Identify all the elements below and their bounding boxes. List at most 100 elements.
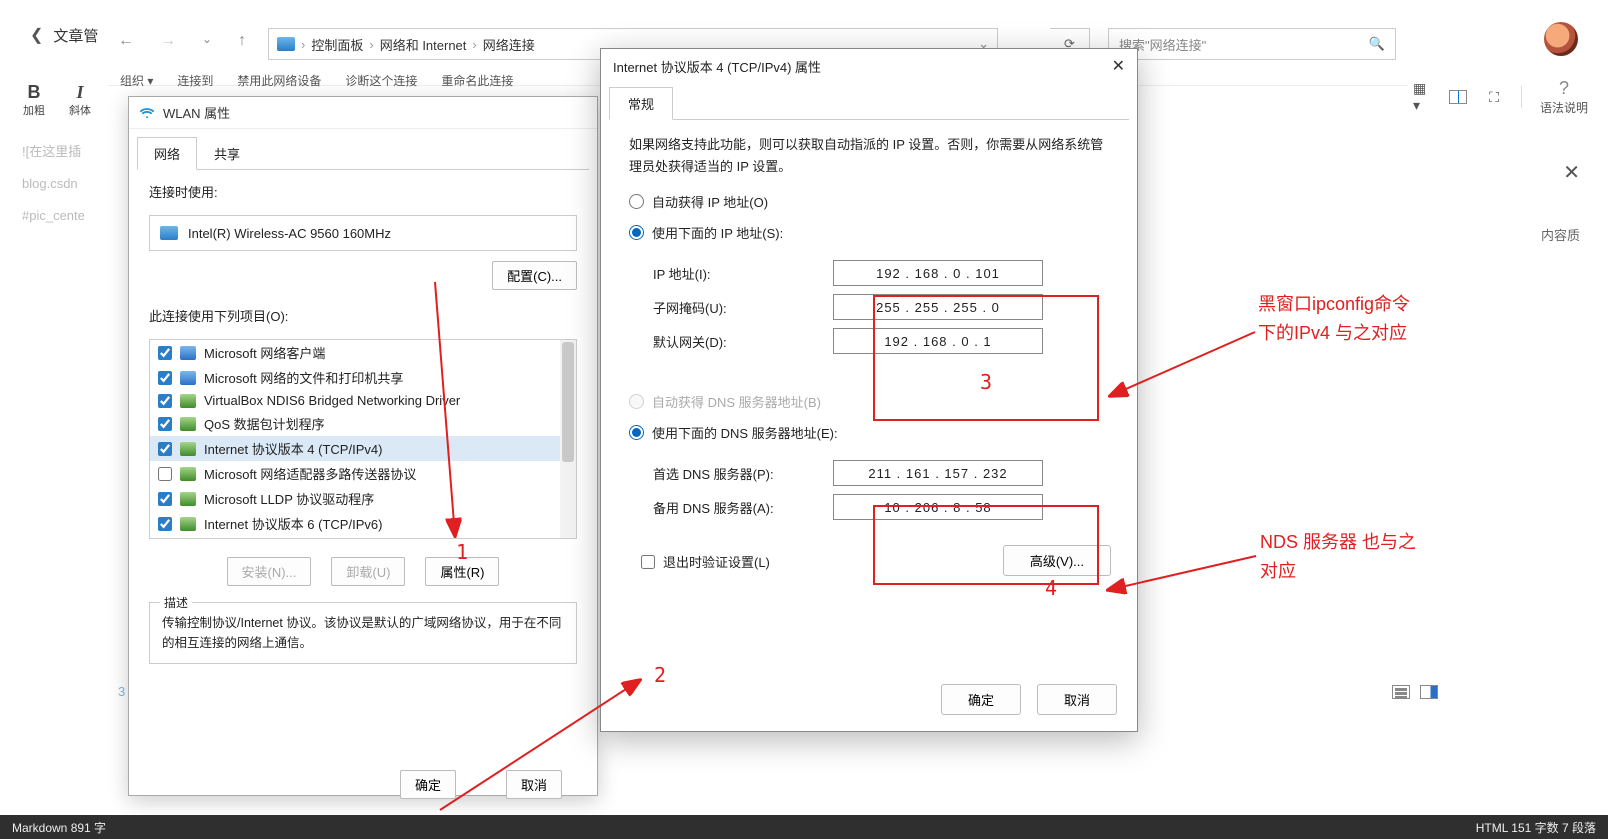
dns2-label: 备用 DNS 服务器(A): xyxy=(653,498,833,517)
nav-up-icon[interactable]: ↑ xyxy=(238,32,246,50)
nav-recent-icon[interactable]: ⌄ xyxy=(202,32,212,50)
wlan-ok-button[interactable]: 确定 xyxy=(400,770,456,799)
protocol-label: VirtualBox NDIS6 Bridged Networking Driv… xyxy=(204,393,460,408)
cmd-disable[interactable]: 禁用此网络设备 xyxy=(237,72,321,89)
cmd-diagnose[interactable]: 诊断这个连接 xyxy=(345,72,417,89)
protocol-icon xyxy=(180,394,196,408)
sidebar-quality-label: 内容质 xyxy=(1530,225,1580,244)
protocol-checkbox[interactable] xyxy=(158,442,172,456)
ipv4-cancel-button[interactable]: 取消 xyxy=(1037,684,1117,715)
protocol-row[interactable]: Microsoft 网络适配器多路传送器协议 xyxy=(150,461,576,486)
grid-icon[interactable]: ▦ ▾ xyxy=(1413,88,1431,106)
protocol-icon xyxy=(180,371,196,385)
ip-label: IP 地址(I): xyxy=(653,264,833,283)
annotation-text-1: 黑窗口ipconfig命令下的IPv4 与之对应 xyxy=(1258,290,1410,348)
radio-manual-dns[interactable]: 使用下面的 DNS 服务器地址(E): xyxy=(601,417,1137,448)
protocol-label: Microsoft 网络的文件和打印机共享 xyxy=(204,368,403,387)
configure-button[interactable]: 配置(C)... xyxy=(492,261,577,290)
advanced-button[interactable]: 高级(V)... xyxy=(1003,545,1111,576)
nav-fwd-icon[interactable]: → xyxy=(160,32,176,50)
protocol-icon xyxy=(180,492,196,506)
protocol-row[interactable]: Microsoft 网络的文件和打印机共享 xyxy=(150,365,576,390)
avatar[interactable] xyxy=(1544,22,1578,56)
dns1-label: 首选 DNS 服务器(P): xyxy=(653,464,833,483)
bold-tool[interactable]: B加粗 xyxy=(14,82,54,118)
protocol-checkbox[interactable] xyxy=(158,346,172,360)
annotation-num-3: 3 xyxy=(980,370,992,394)
cmd-connect[interactable]: 连接到 xyxy=(177,72,213,89)
back-chevron-icon[interactable]: ❮ xyxy=(30,25,43,45)
annotation-num-4: 4 xyxy=(1045,576,1057,600)
ipv4-ok-button[interactable]: 确定 xyxy=(941,684,1021,715)
tab-network[interactable]: 网络 xyxy=(137,137,197,170)
protocol-row[interactable]: Microsoft LLDP 协议驱动程序 xyxy=(150,486,576,511)
tab-general[interactable]: 常规 xyxy=(609,87,673,120)
dns2-input[interactable]: 10 . 206 . 8 . 58 xyxy=(833,494,1043,520)
status-bar: Markdown 891 字 HTML 151 字数 7 段落 xyxy=(0,815,1608,839)
radio-auto-ip[interactable]: 自动获得 IP 地址(O) xyxy=(601,186,1137,217)
ip-input[interactable]: 192 . 168 . 0 . 101 xyxy=(833,260,1043,286)
protocol-label: Internet 协议版本 6 (TCP/IPv6) xyxy=(204,514,382,533)
protocol-icon xyxy=(180,442,196,456)
protocol-label: Internet 协议版本 4 (TCP/IPv4) xyxy=(204,439,382,458)
list-view-icon[interactable] xyxy=(1392,685,1410,699)
wifi-icon xyxy=(139,105,155,121)
wlan-title: WLAN 属性 xyxy=(163,103,230,122)
protocol-label: Microsoft 网络适配器多路传送器协议 xyxy=(204,464,416,483)
annotation-num-1: 1 xyxy=(456,540,468,564)
radio-auto-dns: 自动获得 DNS 服务器地址(B) xyxy=(601,386,1137,417)
gw-label: 默认网关(D): xyxy=(653,332,833,351)
explorer-view-toggle[interactable] xyxy=(1392,685,1438,699)
protocol-checkbox[interactable] xyxy=(158,492,172,506)
protocol-checkbox[interactable] xyxy=(158,394,172,408)
close-icon[interactable]: ✕ xyxy=(1112,56,1125,76)
explorer-search[interactable]: 搜索"网络连接" 🔍 xyxy=(1108,28,1396,60)
uninstall-button[interactable]: 卸载(U) xyxy=(331,557,405,586)
adapter-icon xyxy=(160,226,178,240)
protocol-checkbox[interactable] xyxy=(158,371,172,385)
protocol-list[interactable]: Microsoft 网络客户端 Microsoft 网络的文件和打印机共享 Vi… xyxy=(149,339,577,539)
search-icon: 🔍 xyxy=(1369,36,1385,52)
protocol-checkbox[interactable] xyxy=(158,417,172,431)
adapter-name: Intel(R) Wireless-AC 9560 160MHz xyxy=(188,226,391,241)
ipv4-properties-window: Internet 协议版本 4 (TCP/IPv4) 属性 ✕ 常规 如果网络支… xyxy=(600,48,1138,732)
uses-items-label: 此连接使用下列项目(O): xyxy=(129,290,597,333)
protocol-label: QoS 数据包计划程序 xyxy=(204,414,325,433)
status-right: HTML 151 字数 7 段落 xyxy=(1476,819,1596,836)
protocol-row[interactable]: QoS 数据包计划程序 xyxy=(150,411,576,436)
tab-share[interactable]: 共享 xyxy=(197,137,257,170)
protocol-icon xyxy=(180,417,196,431)
adapter-box: Intel(R) Wireless-AC 9560 160MHz xyxy=(149,215,577,251)
mask-input[interactable]: 255 . 255 . 255 . 0 xyxy=(833,294,1043,320)
italic-tool[interactable]: I斜体 xyxy=(60,82,100,118)
gw-input[interactable]: 192 . 168 . 0 . 1 xyxy=(833,328,1043,354)
protocol-label: Microsoft LLDP 协议驱动程序 xyxy=(204,489,374,508)
protocol-checkbox[interactable] xyxy=(158,517,172,531)
mask-label: 子网掩码(U): xyxy=(653,298,833,317)
detail-view-icon[interactable] xyxy=(1420,685,1438,699)
protocol-label: Microsoft 网络客户端 xyxy=(204,343,325,362)
protocol-checkbox[interactable] xyxy=(158,467,172,481)
status-left: Markdown 891 字 xyxy=(12,819,106,836)
dns1-input[interactable]: 211 . 161 . 157 . 232 xyxy=(833,460,1043,486)
annotation-text-2: NDS 服务器 也与之对应 xyxy=(1260,528,1416,586)
wlan-properties-window: WLAN 属性 网络 共享 连接时使用: Intel(R) Wireless-A… xyxy=(128,96,598,796)
cmd-organize[interactable]: 组织 ▾ xyxy=(120,72,153,89)
protocol-row[interactable]: VirtualBox NDIS6 Bridged Networking Driv… xyxy=(150,390,576,411)
annotation-num-2: 2 xyxy=(654,663,666,687)
protocol-row[interactable]: Internet 协议版本 6 (TCP/IPv6) xyxy=(150,511,576,536)
fullscreen-icon[interactable]: ⛶ xyxy=(1485,88,1503,106)
nav-back-icon[interactable]: ← xyxy=(118,32,134,50)
scrollbar[interactable] xyxy=(560,340,576,538)
connect-using-label: 连接时使用: xyxy=(129,170,597,209)
wlan-cancel-button[interactable]: 取消 xyxy=(506,770,562,799)
close-icon[interactable]: ✕ xyxy=(1530,160,1580,185)
radio-manual-ip[interactable]: 使用下面的 IP 地址(S): xyxy=(601,217,1137,248)
protocol-row[interactable]: Microsoft 网络客户端 xyxy=(150,340,576,365)
split-view-icon[interactable] xyxy=(1449,88,1467,106)
protocol-row[interactable]: Internet 协议版本 4 (TCP/IPv4) xyxy=(150,436,576,461)
install-button[interactable]: 安装(N)... xyxy=(227,557,312,586)
cmd-rename[interactable]: 重命名此连接 xyxy=(441,72,513,89)
protocol-icon xyxy=(180,346,196,360)
grammar-help[interactable]: ?语法说明 xyxy=(1540,78,1588,116)
